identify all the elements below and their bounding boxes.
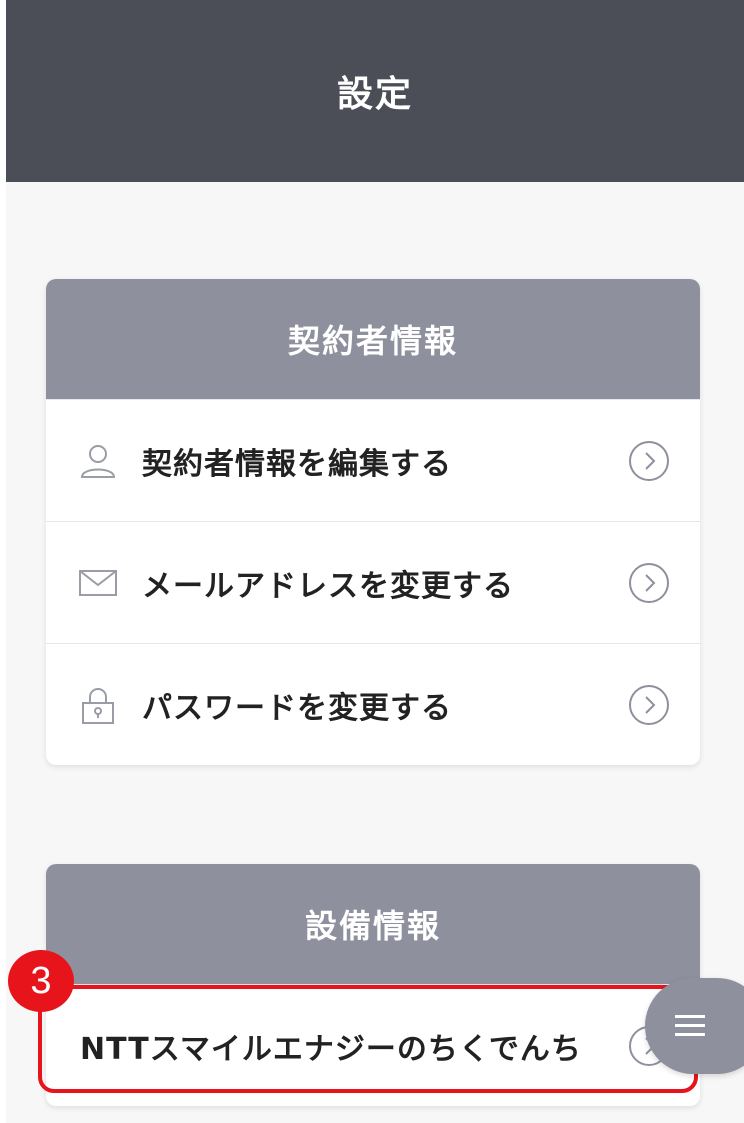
change-password-row[interactable]: パスワードを変更する	[46, 643, 700, 765]
change-email-row[interactable]: メールアドレスを変更する	[46, 521, 700, 643]
step-number-badge: 3	[8, 950, 74, 1012]
edit-contract-info-row[interactable]: 契約者情報を編集する	[46, 399, 700, 521]
equipment-info-header: 設備情報	[46, 864, 700, 984]
contract-info-header: 契約者情報	[46, 279, 700, 399]
ntt-battery-row[interactable]: NTTスマイルエナジーのちくでんち	[46, 984, 700, 1106]
contract-info-card: 契約者情報 契約者情報を編集する メールアドレスを変更する パスワードを変更する	[46, 279, 700, 765]
top-bar: 設定	[6, 0, 744, 182]
app-screen: 設定 契約者情報 契約者情報を編集する メールアドレスを変更する パスワードを変…	[6, 0, 744, 1123]
page-title: 設定	[336, 74, 413, 115]
chevron-right-icon[interactable]	[628, 440, 670, 482]
chevron-right-icon[interactable]	[628, 684, 670, 726]
change-password-label: パスワードを変更する	[142, 690, 452, 726]
chevron-right-icon[interactable]	[628, 562, 670, 604]
menu-button[interactable]	[645, 978, 744, 1074]
user-icon	[76, 439, 120, 483]
hamburger-menu-icon	[675, 1015, 705, 1036]
lock-icon	[76, 683, 120, 727]
change-email-label: メールアドレスを変更する	[142, 568, 514, 604]
mail-icon	[76, 561, 120, 605]
ntt-battery-label: NTTスマイルエナジーのちくでんち	[80, 1031, 582, 1067]
equipment-info-card: 設備情報 NTTスマイルエナジーのちくでんち	[46, 864, 700, 1106]
edit-contract-info-label: 契約者情報を編集する	[142, 446, 452, 482]
